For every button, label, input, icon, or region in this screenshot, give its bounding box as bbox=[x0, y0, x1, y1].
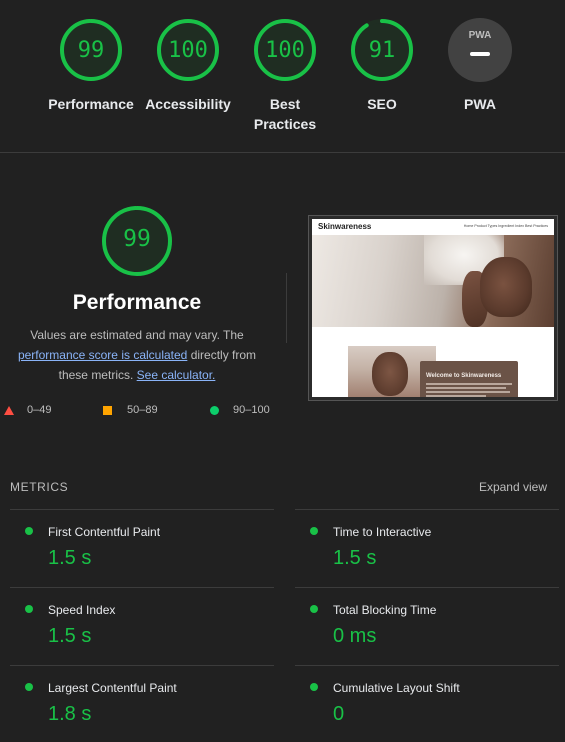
thumbnail-nav-links: Home Product Types Ingredient Index Best… bbox=[463, 224, 548, 228]
metrics-heading: METRICS bbox=[10, 480, 69, 494]
score-calculated-link[interactable]: performance score is calculated bbox=[18, 348, 187, 362]
gauge-best-practices[interactable]: 100 Best Practices bbox=[235, 18, 335, 134]
metric-value-tbt: 0 ms bbox=[333, 625, 377, 647]
gauge-label: PWA bbox=[464, 96, 496, 112]
performance-score-large: 99 bbox=[123, 226, 151, 252]
desc-text: directly from bbox=[187, 348, 257, 362]
expand-view-button[interactable]: Expand view bbox=[479, 480, 547, 494]
pass-dot-icon bbox=[25, 683, 33, 691]
gauge-label: Accessibility bbox=[145, 96, 231, 112]
gauge-seo[interactable]: 91 SEO bbox=[332, 18, 432, 114]
metric-name-tti: Time to Interactive bbox=[333, 525, 432, 539]
metric-divider bbox=[10, 509, 274, 510]
metric-name-lcp: Largest Contentful Paint bbox=[48, 681, 177, 695]
pwa-badge-text: PWA bbox=[468, 30, 492, 41]
gauge-pwa[interactable]: PWA PWA bbox=[430, 18, 530, 114]
metric-divider bbox=[295, 587, 559, 588]
metric-value-cls: 0 bbox=[333, 703, 345, 725]
thumbnail-text-line bbox=[426, 391, 510, 393]
metric-divider bbox=[10, 665, 274, 666]
pass-dot-icon bbox=[25, 527, 33, 535]
metric-value-tti: 1.5 s bbox=[333, 547, 377, 569]
pass-dot-icon bbox=[310, 683, 318, 691]
metric-value-fcp: 1.5 s bbox=[48, 547, 92, 569]
gauge-accessibility[interactable]: 100 Accessibility bbox=[138, 18, 238, 114]
gauge-score: 91 bbox=[368, 38, 396, 63]
metric-value-speed-index: 1.5 s bbox=[48, 625, 92, 647]
legend-fail-range: 0–49 bbox=[27, 404, 52, 416]
desc-text: Values are estimated and may vary. The bbox=[30, 328, 244, 342]
metric-value-lcp: 1.8 s bbox=[48, 703, 92, 725]
gauge-label: Performance bbox=[48, 96, 134, 112]
metric-divider bbox=[10, 587, 274, 588]
pass-dot-icon bbox=[310, 605, 318, 613]
thumbnail-text-line bbox=[426, 395, 486, 397]
thumbnail-logo: Skinwareness bbox=[318, 222, 372, 231]
fail-triangle-icon bbox=[4, 406, 14, 415]
metric-name-speed-index: Speed Index bbox=[48, 603, 116, 617]
thumbnail-text-line bbox=[426, 383, 512, 385]
gauge-score: 100 bbox=[265, 38, 305, 63]
performance-description: Values are estimated and may vary. The p… bbox=[12, 325, 262, 385]
metric-divider bbox=[295, 665, 559, 666]
thumbnail-card-title: Welcome to Skinwareness bbox=[426, 373, 502, 379]
divider bbox=[0, 152, 565, 153]
metric-divider bbox=[295, 509, 559, 510]
metric-name-cls: Cumulative Layout Shift bbox=[333, 681, 460, 695]
pwa-badge: PWA bbox=[448, 18, 512, 82]
page-screenshot-thumbnail[interactable]: Skinwareness Home Product Types Ingredie… bbox=[309, 216, 557, 400]
thumbnail-welcome-card: Welcome to Skinwareness bbox=[420, 361, 518, 397]
gauge-performance[interactable]: 99 Performance bbox=[41, 18, 141, 114]
gauge-score: 100 bbox=[168, 38, 208, 63]
pwa-dash-icon bbox=[470, 52, 490, 56]
metric-name-tbt: Total Blocking Time bbox=[333, 603, 437, 617]
thumbnail-hero-face bbox=[480, 257, 532, 317]
gauge-label: SEO bbox=[367, 96, 397, 112]
thumbnail-text-line bbox=[426, 387, 506, 389]
gauge-score: 99 bbox=[77, 38, 105, 63]
see-calculator-link[interactable]: See calculator. bbox=[137, 368, 216, 382]
average-square-icon bbox=[103, 406, 112, 415]
legend-average-range: 50–89 bbox=[127, 404, 158, 416]
legend-pass-range: 90–100 bbox=[233, 404, 270, 416]
vertical-divider bbox=[286, 273, 287, 343]
pass-dot-icon bbox=[310, 527, 318, 535]
metric-name-fcp: First Contentful Paint bbox=[48, 525, 161, 539]
gauge-label: Best Practices bbox=[253, 96, 317, 132]
desc-text: these metrics. bbox=[58, 368, 137, 382]
pass-circle-icon bbox=[210, 406, 219, 415]
performance-title: Performance bbox=[72, 291, 202, 314]
pass-dot-icon bbox=[25, 605, 33, 613]
thumbnail-second-face bbox=[372, 352, 408, 396]
thumbnail-nav: Skinwareness Home Product Types Ingredie… bbox=[312, 219, 554, 235]
